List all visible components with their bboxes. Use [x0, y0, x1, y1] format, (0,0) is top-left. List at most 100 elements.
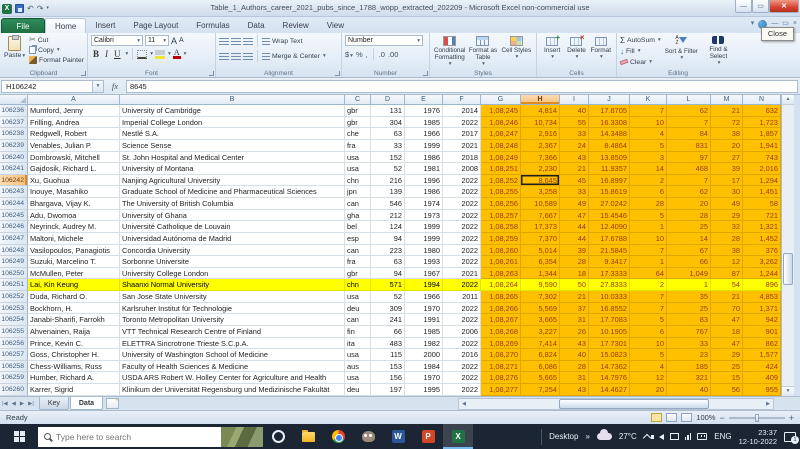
- cell-I106248[interactable]: 39: [560, 245, 589, 257]
- cell-N106244[interactable]: 58: [743, 198, 781, 210]
- cell-I106246[interactable]: 44: [560, 221, 589, 233]
- cell-N106236[interactable]: 632: [743, 105, 781, 117]
- ribbon-tab-view[interactable]: View: [318, 18, 353, 33]
- cell-H106260[interactable]: 7,254: [521, 384, 560, 396]
- sheet-tab-data[interactable]: Data: [70, 397, 103, 410]
- cell-J106236[interactable]: 17.8705: [589, 105, 630, 117]
- cell-N106257[interactable]: 1,577: [743, 349, 781, 361]
- cell-F106251[interactable]: 2022: [443, 279, 481, 291]
- cell-D106239[interactable]: 33: [371, 140, 405, 152]
- cell-L106248[interactable]: 67: [667, 245, 711, 257]
- cell-K106239[interactable]: 5: [630, 140, 667, 152]
- cell-B106259[interactable]: USDA ARS Robert W. Holley Center for Agr…: [120, 372, 345, 384]
- cell-K106242[interactable]: 2: [630, 175, 667, 187]
- cell-K106260[interactable]: 20: [630, 384, 667, 396]
- cell-K106236[interactable]: 7: [630, 105, 667, 117]
- cell-M106260[interactable]: 56: [711, 384, 743, 396]
- cell-N106245[interactable]: 721: [743, 210, 781, 222]
- cell-J106260[interactable]: 14.4627: [589, 384, 630, 396]
- cell-B106246[interactable]: Université Catholique de Louvain: [120, 221, 345, 233]
- cell-B106256[interactable]: ELETTRA Sincrotrone Trieste S.C.p.A.: [120, 338, 345, 350]
- cell-L106236[interactable]: 62: [667, 105, 711, 117]
- align-left-icon[interactable]: [219, 53, 229, 60]
- cell-L106260[interactable]: 40: [667, 384, 711, 396]
- page-layout-view-icon[interactable]: [666, 413, 677, 422]
- cell-I106236[interactable]: 40: [560, 105, 589, 117]
- italic-button[interactable]: I: [103, 49, 110, 59]
- cell-N106254[interactable]: 942: [743, 314, 781, 326]
- format-painter-button[interactable]: Format Painter: [29, 55, 84, 65]
- cell-N106260[interactable]: 955: [743, 384, 781, 396]
- desktop-toolbar-label[interactable]: Desktop: [549, 432, 578, 441]
- cell-H106249[interactable]: 6,354: [521, 256, 560, 268]
- cell-N106239[interactable]: 1,941: [743, 140, 781, 152]
- cell-I106252[interactable]: 21: [560, 291, 589, 303]
- name-box-dropdown-icon[interactable]: ▾: [93, 80, 104, 93]
- cell-I106256[interactable]: 43: [560, 338, 589, 350]
- cell-K106254[interactable]: 5: [630, 314, 667, 326]
- cell-L106259[interactable]: 321: [667, 372, 711, 384]
- ribbon-tab-data[interactable]: Data: [239, 18, 274, 33]
- cell-L106251[interactable]: 1: [667, 279, 711, 291]
- cortana-button[interactable]: [263, 424, 293, 449]
- cell-C106242[interactable]: chn: [345, 175, 371, 187]
- cell-M106239[interactable]: 20: [711, 140, 743, 152]
- conditional-formatting-button[interactable]: Conditional Formatting▾: [433, 35, 466, 68]
- cell-E106251[interactable]: 1994: [405, 279, 443, 291]
- cell-C106252[interactable]: usa: [345, 291, 371, 303]
- cell-J106244[interactable]: 27.0242: [589, 198, 630, 210]
- cut-button[interactable]: ✂Cut: [29, 35, 84, 45]
- cell-L106244[interactable]: 20: [667, 198, 711, 210]
- cell-B106240[interactable]: St. John Hospital and Medical Center: [120, 152, 345, 164]
- cell-F106250[interactable]: 2021: [443, 268, 481, 280]
- cell-B106245[interactable]: University of Ghana: [120, 210, 345, 222]
- cell-C106257[interactable]: usa: [345, 349, 371, 361]
- cell-I106259[interactable]: 31: [560, 372, 589, 384]
- cell-C106239[interactable]: fra: [345, 140, 371, 152]
- cell-H106251[interactable]: 9,590: [521, 279, 560, 291]
- cell-J106243[interactable]: 15.8619: [589, 186, 630, 198]
- cell-F106236[interactable]: 2014: [443, 105, 481, 117]
- cell-F106238[interactable]: 2017: [443, 128, 481, 140]
- cell-N106248[interactable]: 376: [743, 245, 781, 257]
- fill-button[interactable]: ↓Fill▾: [620, 46, 662, 56]
- cell-E106241[interactable]: 1981: [405, 163, 443, 175]
- cell-A106236[interactable]: Mumford, Jenny: [28, 105, 120, 117]
- cell-A106254[interactable]: Janabi-Sharifi, Farrokh: [28, 314, 120, 326]
- cell-G106242[interactable]: 1,08,252: [481, 175, 521, 187]
- align-bottom-icon[interactable]: [243, 38, 253, 45]
- last-sheet-icon[interactable]: ▶|: [26, 401, 36, 407]
- cell-I106250[interactable]: 18: [560, 268, 589, 280]
- cell-F106243[interactable]: 2022: [443, 186, 481, 198]
- cell-N106243[interactable]: 1,451: [743, 186, 781, 198]
- insert-function-button[interactable]: fx: [104, 81, 126, 91]
- row-header-106253[interactable]: 106253: [0, 303, 28, 315]
- cell-B106260[interactable]: Klinikum der Universität Regensburg und …: [120, 384, 345, 396]
- cell-B106255[interactable]: VTT Technical Research Centre of Finland: [120, 326, 345, 338]
- cell-J106252[interactable]: 10.0333: [589, 291, 630, 303]
- cell-C106253[interactable]: deu: [345, 303, 371, 315]
- language-indicator[interactable]: ENG: [714, 432, 731, 441]
- cell-E106244[interactable]: 1974: [405, 198, 443, 210]
- qat-customize-icon[interactable]: ▾: [46, 4, 49, 13]
- cell-E106250[interactable]: 1967: [405, 268, 443, 280]
- cell-H106240[interactable]: 7,366: [521, 152, 560, 164]
- cell-L106241[interactable]: 468: [667, 163, 711, 175]
- cell-A106257[interactable]: Goss, Christopher H.: [28, 349, 120, 361]
- cell-J106239[interactable]: 8.4864: [589, 140, 630, 152]
- column-header-G[interactable]: G: [481, 95, 521, 105]
- cell-M106240[interactable]: 27: [711, 152, 743, 164]
- cell-L106239[interactable]: 831: [667, 140, 711, 152]
- cell-D106256[interactable]: 483: [371, 338, 405, 350]
- cell-C106241[interactable]: usa: [345, 163, 371, 175]
- cell-E106238[interactable]: 1966: [405, 128, 443, 140]
- row-header-106244[interactable]: 106244: [0, 198, 28, 210]
- cell-I106260[interactable]: 43: [560, 384, 589, 396]
- row-header-106259[interactable]: 106259: [0, 372, 28, 384]
- cell-G106252[interactable]: 1,08,265: [481, 291, 521, 303]
- zoom-in-icon[interactable]: +: [789, 414, 794, 422]
- cell-N106251[interactable]: 896: [743, 279, 781, 291]
- cell-L106238[interactable]: 84: [667, 128, 711, 140]
- next-sheet-icon[interactable]: ▶: [18, 401, 26, 407]
- cell-I106242[interactable]: 45: [560, 175, 589, 187]
